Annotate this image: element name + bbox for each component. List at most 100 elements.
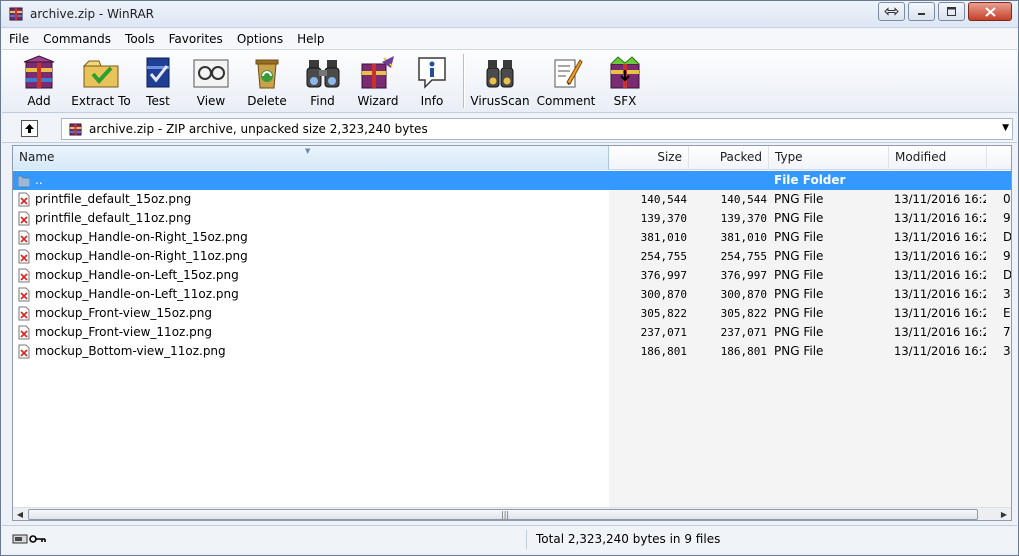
view-button[interactable]: View bbox=[183, 50, 239, 112]
grip-icon: ||| bbox=[501, 510, 510, 519]
horizontal-scrollbar[interactable]: ◀ ||| ▶ bbox=[13, 507, 1011, 520]
file-size: 305,822 bbox=[640, 307, 687, 320]
file-packed: 186,801 bbox=[720, 345, 767, 358]
address-field[interactable]: archive.zip - ZIP archive, unpacked size… bbox=[61, 118, 1013, 140]
column-header-extra[interactable] bbox=[987, 146, 1011, 170]
file-extra: 0 bbox=[1003, 192, 1011, 206]
table-row[interactable]: mockup_Front-view_15oz.png 305,822 305,8… bbox=[13, 304, 1011, 323]
file-packed bbox=[689, 171, 767, 190]
winrar-icon bbox=[9, 7, 23, 21]
test-icon bbox=[138, 53, 178, 91]
table-row[interactable]: mockup_Front-view_11oz.png 237,071 237,0… bbox=[13, 323, 1011, 342]
png-file-icon bbox=[18, 344, 30, 359]
file-size bbox=[609, 171, 687, 190]
maximize-button[interactable] bbox=[938, 2, 965, 21]
file-type: PNG File bbox=[774, 344, 824, 358]
file-type: PNG File bbox=[774, 211, 824, 225]
maximize-icon bbox=[947, 7, 956, 16]
file-extra: D bbox=[1003, 230, 1012, 244]
test-button[interactable]: Test bbox=[133, 50, 183, 112]
file-size: 139,370 bbox=[640, 212, 687, 225]
status-text: Total 2,323,240 bytes in 9 files bbox=[536, 532, 721, 546]
virusscan-button[interactable]: VirusScan bbox=[469, 50, 531, 112]
table-row[interactable]: mockup_Handle-on-Right_15oz.png 381,010 … bbox=[13, 228, 1011, 247]
table-row[interactable]: printfile_default_11oz.png 139,370 139,3… bbox=[13, 209, 1011, 228]
minimize-icon bbox=[918, 13, 925, 15]
file-packed: 140,544 bbox=[720, 193, 767, 206]
title-bar[interactable]: archive.zip - WinRAR bbox=[1, 1, 1018, 28]
menu-options[interactable]: Options bbox=[230, 29, 290, 49]
file-extra: 9 bbox=[1003, 211, 1011, 225]
window-controls bbox=[878, 2, 1012, 21]
dropdown-arrow-icon[interactable]: ▼ bbox=[1002, 123, 1009, 133]
table-row-parent-folder[interactable]: .. File Folder bbox=[13, 171, 1011, 190]
find-icon bbox=[303, 53, 343, 91]
file-packed: 139,370 bbox=[720, 212, 767, 225]
file-name: mockup_Front-view_11oz.png bbox=[35, 325, 212, 339]
file-packed: 381,010 bbox=[720, 231, 767, 244]
comment-button[interactable]: Comment bbox=[531, 50, 601, 112]
file-packed: 376,997 bbox=[720, 269, 767, 282]
table-row[interactable]: mockup_Bottom-view_11oz.png 186,801 186,… bbox=[13, 342, 1011, 361]
table-row[interactable]: mockup_Handle-on-Right_11oz.png 254,755 … bbox=[13, 247, 1011, 266]
menu-file[interactable]: File bbox=[1, 29, 36, 49]
file-type: PNG File bbox=[774, 192, 824, 206]
close-button[interactable] bbox=[968, 2, 1012, 21]
file-name: mockup_Handle-on-Right_15oz.png bbox=[35, 230, 248, 244]
table-row[interactable]: mockup_Handle-on-Left_11oz.png 300,870 3… bbox=[13, 285, 1011, 304]
file-type: PNG File bbox=[774, 268, 824, 282]
column-header-modified[interactable]: Modified bbox=[889, 146, 987, 170]
file-size: 140,544 bbox=[640, 193, 687, 206]
png-file-icon bbox=[18, 230, 30, 245]
file-modified: 13/11/2016 16:24 bbox=[894, 249, 986, 263]
wizard-button[interactable]: Wizard bbox=[350, 50, 406, 112]
file-extra bbox=[1003, 171, 1011, 190]
menu-commands[interactable]: Commands bbox=[36, 29, 118, 49]
toolbar: Add Extract To Test View Delete Find Wiz… bbox=[2, 49, 1017, 113]
restore-layout-button[interactable] bbox=[878, 2, 905, 21]
png-file-icon bbox=[18, 268, 30, 283]
scrollbar-thumb[interactable]: ||| bbox=[28, 509, 978, 520]
virusscan-icon bbox=[480, 53, 520, 91]
wizard-label: Wizard bbox=[357, 94, 399, 108]
archive-icon bbox=[69, 123, 82, 136]
table-row[interactable]: mockup_Handle-on-Left_15oz.png 376,997 3… bbox=[13, 266, 1011, 285]
menu-help[interactable]: Help bbox=[290, 29, 331, 49]
up-folder-button[interactable] bbox=[21, 120, 38, 137]
add-label: Add bbox=[27, 94, 51, 108]
comment-label: Comment bbox=[536, 94, 596, 108]
sfx-button[interactable]: SFX bbox=[601, 50, 649, 112]
file-size: 376,997 bbox=[640, 269, 687, 282]
column-modified-label: Modified bbox=[895, 150, 947, 164]
view-label: View bbox=[196, 94, 226, 108]
extract-to-icon bbox=[81, 53, 121, 91]
file-extra: 7 bbox=[1003, 325, 1011, 339]
file-modified: 13/11/2016 16:24 bbox=[894, 306, 986, 320]
extract-to-button[interactable]: Extract To bbox=[69, 50, 133, 112]
table-row[interactable]: printfile_default_15oz.png 140,544 140,5… bbox=[13, 190, 1011, 209]
column-header-size[interactable]: Size bbox=[609, 146, 689, 170]
scroll-right-icon[interactable]: ▶ bbox=[997, 508, 1011, 520]
menu-favorites[interactable]: Favorites bbox=[162, 29, 230, 49]
png-file-icon bbox=[18, 325, 30, 340]
menu-tools[interactable]: Tools bbox=[118, 29, 162, 49]
scroll-left-icon[interactable]: ◀ bbox=[13, 508, 27, 520]
find-button[interactable]: Find bbox=[295, 50, 350, 112]
png-file-icon bbox=[18, 249, 30, 264]
file-extra: E bbox=[1003, 306, 1011, 320]
column-header-name[interactable]: Name bbox=[13, 146, 609, 170]
file-name: printfile_default_11oz.png bbox=[35, 211, 192, 225]
column-header-type[interactable]: Type bbox=[769, 146, 889, 170]
file-extra: D bbox=[1003, 268, 1012, 282]
file-type: PNG File bbox=[774, 249, 824, 263]
address-text: archive.zip - ZIP archive, unpacked size… bbox=[89, 122, 428, 136]
file-modified: 13/11/2016 16:24 bbox=[894, 268, 986, 282]
png-file-icon bbox=[18, 287, 30, 302]
address-bar: archive.zip - ZIP archive, unpacked size… bbox=[2, 114, 1017, 143]
info-button[interactable]: Info bbox=[406, 50, 458, 112]
column-header-packed[interactable]: Packed bbox=[689, 146, 769, 170]
wizard-icon bbox=[358, 53, 398, 91]
add-button[interactable]: Add bbox=[9, 50, 69, 112]
delete-button[interactable]: Delete bbox=[239, 50, 295, 112]
minimize-button[interactable] bbox=[908, 2, 935, 21]
